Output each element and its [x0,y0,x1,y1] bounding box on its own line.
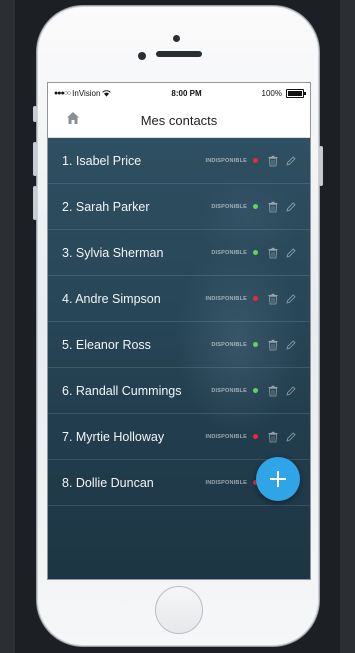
pencil-icon[interactable] [286,293,296,304]
pencil-icon[interactable] [286,201,296,212]
availability-label: DISPONIBLE [211,341,247,348]
contact-row-2[interactable]: 2. Sarah Parker DISPONIBLE [48,184,310,230]
mockup-background: ●●●○○ InVision 8:00 PM 100% Mes contacts… [15,0,340,653]
contact-row-7[interactable]: 7. Myrtie Holloway INDISPONIBLE [48,414,310,460]
availability-label: INDISPONIBLE [205,433,247,440]
availability: DISPONIBLE [211,342,258,348]
availability: DISPONIBLE [211,388,258,394]
availability: INDISPONIBLE [205,434,258,440]
contact-name: 6. Randall Cummings [62,383,182,398]
availability-dot [253,388,258,393]
availability: INDISPONIBLE [205,480,258,486]
pencil-icon[interactable] [286,385,296,396]
volume-up-button [33,142,37,176]
availability: INDISPONIBLE [205,158,258,164]
contact-row-3[interactable]: 3. Sylvia Sherman DISPONIBLE [48,230,310,276]
availability-dot [253,434,258,439]
trash-icon[interactable] [268,293,278,304]
trash-icon[interactable] [268,431,278,442]
front-camera [138,52,146,60]
contact-name: 5. Eleanor Ross [62,337,151,352]
wifi-icon [102,89,112,97]
volume-down-button [33,186,37,220]
carrier-label: InVision [72,88,101,98]
contact-row-4[interactable]: 4. Andre Simpson INDISPONIBLE [48,276,310,322]
home-button[interactable] [155,586,203,634]
contact-row-5[interactable]: 5. Eleanor Ross DISPONIBLE [48,322,310,368]
clock: 8:00 PM [171,88,202,98]
pencil-icon[interactable] [286,431,296,442]
contact-name: 4. Andre Simpson [62,291,161,306]
availability: DISPONIBLE [211,250,258,256]
contact-name: 8. Dollie Duncan [62,475,154,490]
phone-frame: ●●●○○ InVision 8:00 PM 100% Mes contacts… [33,6,323,646]
proximity-sensor [173,35,180,42]
contact-list: 1. Isabel Price INDISPONIBLE 2. Sarah Pa… [48,138,310,579]
power-button [319,146,323,186]
screen: ●●●○○ InVision 8:00 PM 100% Mes contacts… [47,82,311,580]
pencil-icon[interactable] [286,155,296,166]
availability: DISPONIBLE [211,204,258,210]
pencil-icon[interactable] [286,247,296,258]
availability-label: DISPONIBLE [211,249,247,256]
signal-icon: ●●●○○ [54,89,71,97]
mute-switch [33,106,37,122]
plus-icon [270,471,286,487]
availability-label: INDISPONIBLE [205,295,247,302]
battery-level [287,90,302,96]
trash-icon[interactable] [268,201,278,212]
trash-icon[interactable] [268,155,278,166]
nav-bar: Mes contacts [48,103,310,138]
trash-icon[interactable] [268,247,278,258]
availability-dot [253,342,258,347]
availability-dot [253,158,258,163]
availability-dot [253,204,258,209]
status-bar: ●●●○○ InVision 8:00 PM 100% [48,83,310,103]
pencil-icon[interactable] [286,339,296,350]
availability-dot [253,296,258,301]
availability-label: DISPONIBLE [211,203,247,210]
contact-row-6[interactable]: 6. Randall Cummings DISPONIBLE [48,368,310,414]
page-title: Mes contacts [140,112,218,128]
trash-icon[interactable] [268,385,278,396]
availability-label: INDISPONIBLE [205,157,247,164]
add-contact-button[interactable] [256,457,300,501]
availability-label: DISPONIBLE [211,387,247,394]
contact-name: 7. Myrtie Holloway [62,429,165,444]
battery-percent: 100% [261,88,282,98]
availability: INDISPONIBLE [205,296,258,302]
availability-label: INDISPONIBLE [205,479,247,486]
home-icon[interactable] [66,111,80,125]
availability-dot [253,250,258,255]
contact-name: 1. Isabel Price [62,153,142,168]
battery-icon [285,88,306,98]
contact-row-1[interactable]: 1. Isabel Price INDISPONIBLE [48,138,310,184]
earpiece-speaker [156,51,202,57]
contact-name: 3. Sylvia Sherman [62,245,164,260]
contact-name: 2. Sarah Parker [62,199,150,214]
trash-icon[interactable] [268,339,278,350]
